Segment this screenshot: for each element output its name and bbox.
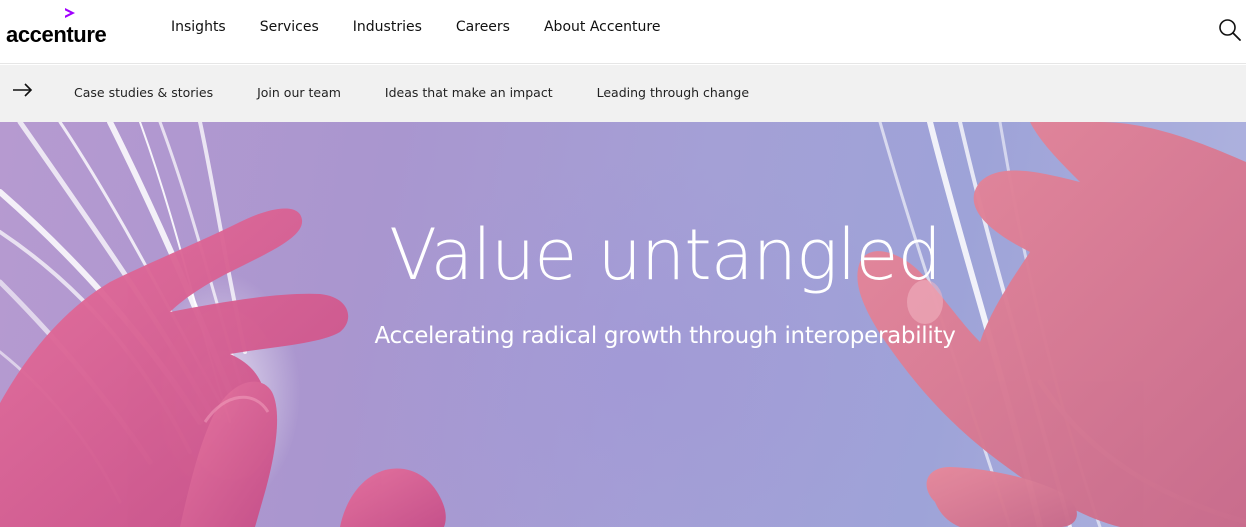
search-icon[interactable] xyxy=(1217,17,1243,43)
brand-name: accenture xyxy=(6,22,107,47)
secondary-menu: Case studies & stories Join our team Ide… xyxy=(74,85,793,100)
hero-title: Value untangled xyxy=(389,214,942,296)
logo-chevron-icon xyxy=(65,8,75,18)
nav-services[interactable]: Services xyxy=(260,19,319,35)
subnav-leading-through-change[interactable]: Leading through change xyxy=(597,85,749,100)
subnav-join-our-team[interactable]: Join our team xyxy=(257,85,341,100)
nav-insights[interactable]: Insights xyxy=(171,19,226,35)
nav-about-accenture[interactable]: About Accenture xyxy=(544,19,660,35)
main-menu: Insights Services Industries Careers Abo… xyxy=(171,19,694,35)
nav-careers[interactable]: Careers xyxy=(456,19,510,35)
subnav-ideas-impact[interactable]: Ideas that make an impact xyxy=(385,85,553,100)
subnav-case-studies[interactable]: Case studies & stories xyxy=(74,85,213,100)
nav-industries[interactable]: Industries xyxy=(353,19,422,35)
secondary-navigation: Case studies & stories Join our team Ide… xyxy=(0,65,1246,122)
arrow-right-icon[interactable] xyxy=(12,81,34,99)
top-navigation: accenture Insights Services Industries C… xyxy=(0,0,1246,64)
hero-subtitle: Accelerating radical growth through inte… xyxy=(374,323,956,349)
hero-banner: Value untangled Accelerating radical gro… xyxy=(0,122,1246,527)
